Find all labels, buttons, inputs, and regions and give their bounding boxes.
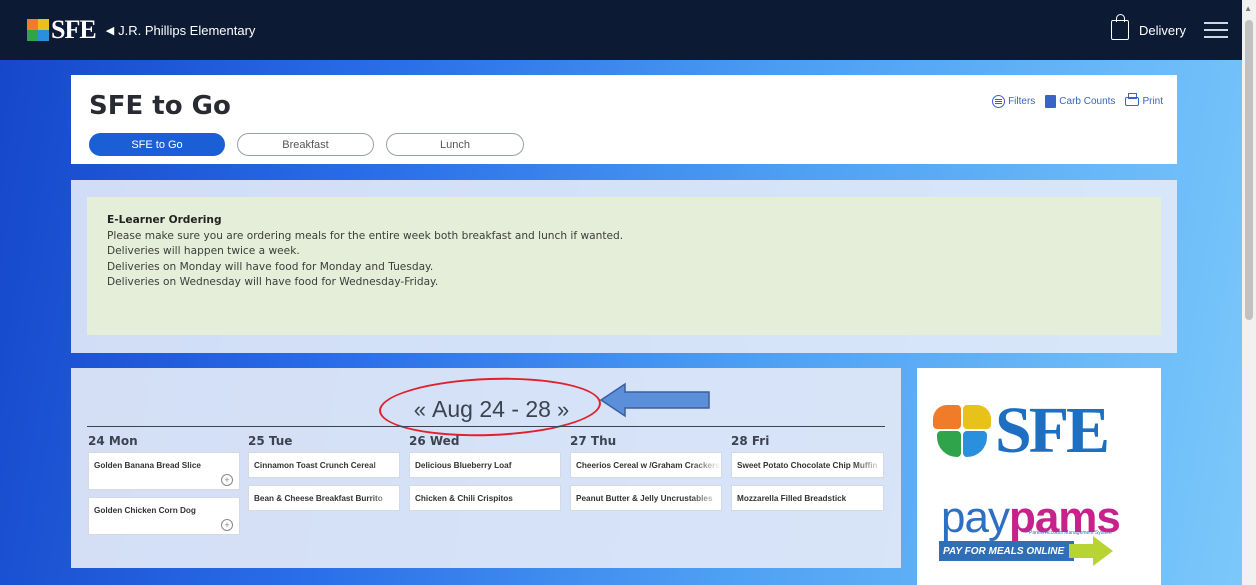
scroll-up-icon[interactable]: ▲ — [1244, 4, 1252, 13]
page-title: SFE to Go — [89, 91, 231, 121]
notice-heading: E-Learner Ordering — [107, 214, 222, 226]
notice-line: Deliveries on Wednesday will have food f… — [107, 276, 439, 288]
tab-breakfast[interactable]: Breakfast — [237, 133, 374, 156]
meal-item[interactable]: Delicious Blueberry Loaf — [409, 452, 561, 478]
day-header: 28 Fri — [731, 434, 770, 448]
sfe-logo[interactable]: SFE — [27, 15, 97, 45]
top-navbar: SFE ◀ J.R. Phillips Elementary Delivery — [0, 0, 1242, 60]
paypams-ad[interactable]: SFE paypams Parent Account Management Sy… — [917, 368, 1161, 585]
meal-item[interactable]: Peanut Butter & Jelly Uncrustables — [570, 485, 722, 511]
back-arrow-icon: ◀ — [105, 24, 115, 37]
meal-name: Cinnamon Toast Crunch Cereal — [254, 461, 376, 470]
delivery-link[interactable]: Delivery — [1139, 23, 1186, 38]
school-selector[interactable]: ◀ J.R. Phillips Elementary — [106, 23, 256, 38]
ad-logo-text: SFE — [995, 394, 1110, 467]
add-meal-icon[interactable]: + — [221, 519, 233, 531]
meal-name: Bean & Cheese Breakfast Burrito — [254, 494, 383, 503]
meal-item[interactable]: Golden Banana Bread Slice + — [88, 452, 240, 490]
meal-item[interactable]: Chicken & Chili Crispitos — [409, 485, 561, 511]
day-column-wed: 26 Wed Delicious Blueberry Loaf Chicken … — [409, 430, 569, 518]
menu-tabs: SFE to Go Breakfast Lunch — [89, 133, 524, 156]
toolbar: Filters Carb Counts Print — [992, 93, 1163, 108]
printer-icon — [1125, 93, 1140, 106]
meal-name: Golden Chicken Corn Dog — [94, 506, 196, 515]
school-name: J.R. Phillips Elementary — [118, 22, 256, 38]
tab-sfe-to-go[interactable]: SFE to Go — [89, 133, 225, 156]
meal-name: Chicken & Chili Crispitos — [415, 494, 513, 503]
pay-online-banner: PAY FOR MEALS ONLINE — [939, 541, 1074, 561]
notice-card: E-Learner Ordering Please make sure you … — [71, 180, 1177, 353]
annotation-arrow-icon — [599, 382, 710, 418]
notice-line: Please make sure you are ordering meals … — [107, 229, 624, 242]
meal-item[interactable]: Cinnamon Toast Crunch Cereal — [248, 452, 400, 478]
meal-item[interactable]: Golden Chicken Corn Dog + — [88, 497, 240, 535]
meal-name: Golden Banana Bread Slice — [94, 461, 201, 470]
meal-item[interactable]: Bean & Cheese Breakfast Burrito — [248, 485, 400, 511]
weekly-menu-calendar: « Aug 24 - 28 » 24 Mon Golden Banana Bre… — [71, 368, 901, 568]
e-learner-notice: E-Learner Ordering Please make sure you … — [87, 197, 1161, 335]
page-scrollbar[interactable]: ▲ — [1242, 0, 1256, 585]
scroll-thumb[interactable] — [1245, 20, 1253, 320]
carb-counts-label: Carb Counts — [1059, 96, 1116, 107]
arrow-right-icon — [1069, 536, 1113, 566]
day-column-tue: 25 Tue Cinnamon Toast Crunch Cereal Bean… — [248, 430, 408, 518]
tab-lunch[interactable]: Lunch — [386, 133, 524, 156]
meal-item[interactable]: Cheerios Cereal w /Graham Crackers — [570, 452, 722, 478]
hamburger-menu-icon[interactable] — [1204, 22, 1228, 38]
meal-name: Delicious Blueberry Loaf — [415, 461, 512, 470]
day-column-mon: 24 Mon Golden Banana Bread Slice + Golde… — [88, 430, 248, 542]
title-card: SFE to Go SFE to Go Breakfast Lunch Filt… — [71, 75, 1177, 164]
day-column-fri: 28 Fri Sweet Potato Chocolate Chip Muffi… — [731, 430, 891, 518]
notice-line: Deliveries will happen twice a week. — [107, 245, 300, 257]
day-header: 25 Tue — [248, 434, 293, 448]
filters-label: Filters — [1008, 96, 1036, 107]
day-column-thu: 27 Thu Cheerios Cereal w /Graham Cracker… — [570, 430, 730, 518]
calendar-divider — [87, 426, 885, 427]
meal-item[interactable]: Mozzarella Filled Breadstick — [731, 485, 884, 511]
day-header: 26 Wed — [409, 434, 460, 448]
pay-word: pay — [941, 493, 1010, 542]
sfe-ad-logo: SFE — [933, 394, 1110, 467]
sfe-heart-logo-icon — [933, 401, 993, 461]
print-button[interactable]: Print — [1125, 93, 1163, 107]
meal-name: Mozzarella Filled Breadstick — [737, 494, 847, 503]
notice-line: Deliveries on Monday will have food for … — [107, 260, 434, 273]
day-header: 24 Mon — [88, 434, 138, 448]
sfe-heart-logo-icon — [27, 19, 49, 41]
logo-text: SFE — [51, 15, 97, 44]
filter-icon — [992, 95, 1006, 108]
add-meal-icon[interactable]: + — [221, 474, 233, 486]
carb-counts-button[interactable]: Carb Counts — [1045, 95, 1115, 108]
print-label: Print — [1142, 96, 1163, 107]
meal-item[interactable]: Sweet Potato Chocolate Chip Muffin — [731, 452, 884, 478]
filters-button[interactable]: Filters — [992, 95, 1035, 108]
shopping-bag-icon[interactable] — [1111, 14, 1130, 40]
day-header: 27 Thu — [570, 434, 617, 448]
calculator-icon — [1045, 95, 1057, 108]
